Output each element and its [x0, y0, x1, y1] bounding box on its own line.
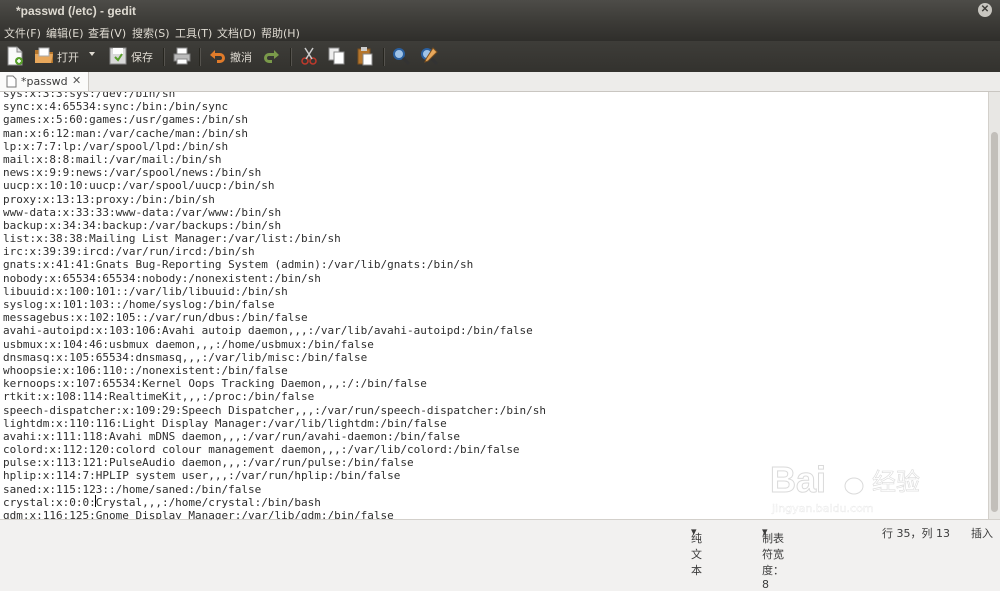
- editor-line: avahi:x:111:118:Avahi mDNS daemon,,,:/va…: [3, 429, 460, 443]
- undo-button[interactable]: 撤消: [230, 49, 252, 65]
- open-button[interactable]: 打开: [57, 49, 79, 65]
- editor-line: nobody:x:65534:65534:nobody:/nonexistent…: [3, 271, 321, 285]
- watermark: Bai 经验 jingyan.baidu.com: [740, 450, 940, 520]
- menu-bar: 文件(F) 编辑(E) 查看(V) 搜索(S) 工具(T) 文档(D) 帮助(H…: [0, 22, 1000, 41]
- editor-line: libuuid:x:100:101::/var/lib/libuuid:/bin…: [3, 284, 288, 298]
- editor-line: speech-dispatcher:x:109:29:Speech Dispat…: [3, 403, 547, 417]
- watermark-brand: Bai: [770, 459, 826, 500]
- window-title: *passwd (/etc) - gedit: [16, 4, 137, 18]
- editor-line: irc:x:39:39:ircd:/var/run/ircd:/bin/sh: [3, 245, 255, 259]
- menu-tools[interactable]: 工具(T): [175, 25, 212, 41]
- toolbar-separator: [199, 48, 201, 66]
- vertical-scrollbar[interactable]: [988, 92, 1000, 519]
- editor-line: colord:x:112:120:colord colour managemen…: [3, 443, 520, 457]
- paw-icon: [841, 467, 868, 495]
- close-window-icon[interactable]: ✕: [978, 3, 992, 17]
- undo-icon[interactable]: [207, 46, 227, 68]
- watermark-brand-cn: 经验: [872, 468, 920, 496]
- print-icon[interactable]: [172, 46, 192, 68]
- tab-width-label: 制表符宽度：8: [762, 532, 784, 591]
- title-bar: *passwd (/etc) - gedit ✕: [0, 0, 1000, 22]
- save-button[interactable]: 保存: [131, 49, 153, 65]
- text-cursor: [95, 495, 96, 507]
- cursor-position: 行 35，列 13: [882, 527, 950, 540]
- paste-icon[interactable]: [355, 46, 375, 68]
- editor-line: messagebus:x:102:105::/var/run/dbus:/bin…: [3, 311, 308, 325]
- editor-line: backup:x:34:34:backup:/var/backups:/bin/…: [3, 218, 282, 232]
- toolbar-separator: [383, 48, 385, 66]
- tab-width-selector[interactable]: 制表符宽度：8 ▾: [762, 525, 784, 591]
- new-document-icon[interactable]: [6, 46, 24, 68]
- menu-documents[interactable]: 文档(D): [217, 25, 256, 41]
- editor-line: man:x:6:12:man:/var/cache/man:/bin/sh: [3, 126, 249, 140]
- editor-line: gdm:x:116:125:Gnome Display Manager:/var…: [3, 509, 394, 519]
- menu-view[interactable]: 查看(V): [88, 25, 126, 41]
- editor-line: mail:x:8:8:mail:/var/mail:/bin/sh: [3, 152, 222, 166]
- editor-line: sys:x:3:3:sys:/dev:/bin/sh: [3, 92, 176, 100]
- editor-line: avahi-autoipd:x:103:106:Avahi autoip dae…: [3, 324, 533, 338]
- dropdown-arrow-icon[interactable]: [88, 50, 96, 72]
- menu-file[interactable]: 文件(F): [4, 25, 41, 41]
- tab-strip: *passwd ✕: [0, 72, 1000, 92]
- tab-label: *passwd: [21, 75, 68, 88]
- editor-line: saned:x:115:123::/home/saned:/bin/false: [3, 482, 262, 496]
- save-icon[interactable]: [108, 46, 128, 68]
- copy-icon[interactable]: [327, 46, 347, 68]
- menu-edit[interactable]: 编辑(E): [46, 25, 84, 41]
- editor-line: hplip:x:114:7:HPLIP system user,,,:/var/…: [3, 469, 401, 483]
- tab-passwd[interactable]: *passwd ✕: [0, 72, 89, 91]
- find-icon[interactable]: [391, 46, 411, 68]
- toolbar-separator: [290, 48, 292, 66]
- editor-line: lp:x:7:7:lp:/var/spool/lpd:/bin/sh: [3, 139, 229, 153]
- editor-line: www-data:x:33:33:www-data:/var/www:/bin/…: [3, 205, 282, 219]
- editor-line: proxy:x:13:13:proxy:/bin:/bin/sh: [3, 192, 215, 206]
- editor-line: pulse:x:113:121:PulseAudio daemon,,,:/va…: [3, 456, 414, 470]
- editor-line: kernoops:x:107:65534:Kernel Oops Trackin…: [3, 377, 427, 391]
- replace-icon[interactable]: [419, 46, 439, 68]
- editor-line: games:x:5:60:games:/usr/games:/bin/sh: [3, 113, 249, 127]
- menu-help[interactable]: 帮助(H): [261, 25, 300, 41]
- editor-line: crystal:x:0:0:Crystal,,,:/home/crystal:/…: [3, 495, 321, 509]
- scrollbar-thumb[interactable]: [991, 132, 998, 512]
- editor-line: syslog:x:101:103::/home/syslog:/bin/fals…: [3, 298, 275, 311]
- close-tab-icon[interactable]: ✕: [72, 74, 81, 87]
- editor-line: whoopsie:x:106:110::/nonexistent:/bin/fa…: [3, 363, 288, 377]
- editor-line: list:x:38:38:Mailing List Manager:/var/l…: [3, 232, 341, 246]
- editor-lines: sys:x:3:3:sys:/dev:/bin/sh sync:x:4:65534…: [3, 92, 546, 519]
- editor-line: sync:x:4:65534:sync:/bin:/bin/sync: [3, 100, 229, 114]
- open-folder-icon[interactable]: [34, 46, 54, 68]
- editor-line: uucp:x:10:10:uucp:/var/spool/uucp:/bin/s…: [3, 179, 275, 193]
- toolbar: 打开 保存 撤消: [0, 41, 1000, 72]
- status-bar: 纯文本 ▾ 制表符宽度：8 ▾ 行 35，列 13 插入: [0, 519, 1000, 591]
- editor-line: news:x:9:9:news:/var/spool/news:/bin/sh: [3, 166, 262, 180]
- watermark-url: jingyan.baidu.com: [771, 502, 874, 515]
- cut-icon[interactable]: [299, 46, 319, 68]
- editor-line: rtkit:x:108:114:RealtimeKit,,,:/proc:/bi…: [3, 390, 315, 404]
- syntax-mode-selector[interactable]: 纯文本 ▾: [691, 525, 702, 577]
- toolbar-separator: [163, 48, 165, 66]
- editor-line: lightdm:x:110:116:Light Display Manager:…: [3, 416, 447, 430]
- editor-line: gnats:x:41:41:Gnats Bug-Reporting System…: [3, 258, 474, 272]
- editor-line: dnsmasq:x:105:65534:dnsmasq,,,:/var/lib/…: [3, 350, 368, 364]
- text-document-icon: [6, 75, 17, 91]
- redo-icon[interactable]: [262, 46, 282, 68]
- menu-search[interactable]: 搜索(S): [132, 25, 170, 41]
- syntax-mode-label: 纯文本: [691, 532, 702, 577]
- editor-line: usbmux:x:104:46:usbmux daemon,,,:/home/u…: [3, 337, 374, 351]
- insert-mode: 插入: [971, 527, 993, 540]
